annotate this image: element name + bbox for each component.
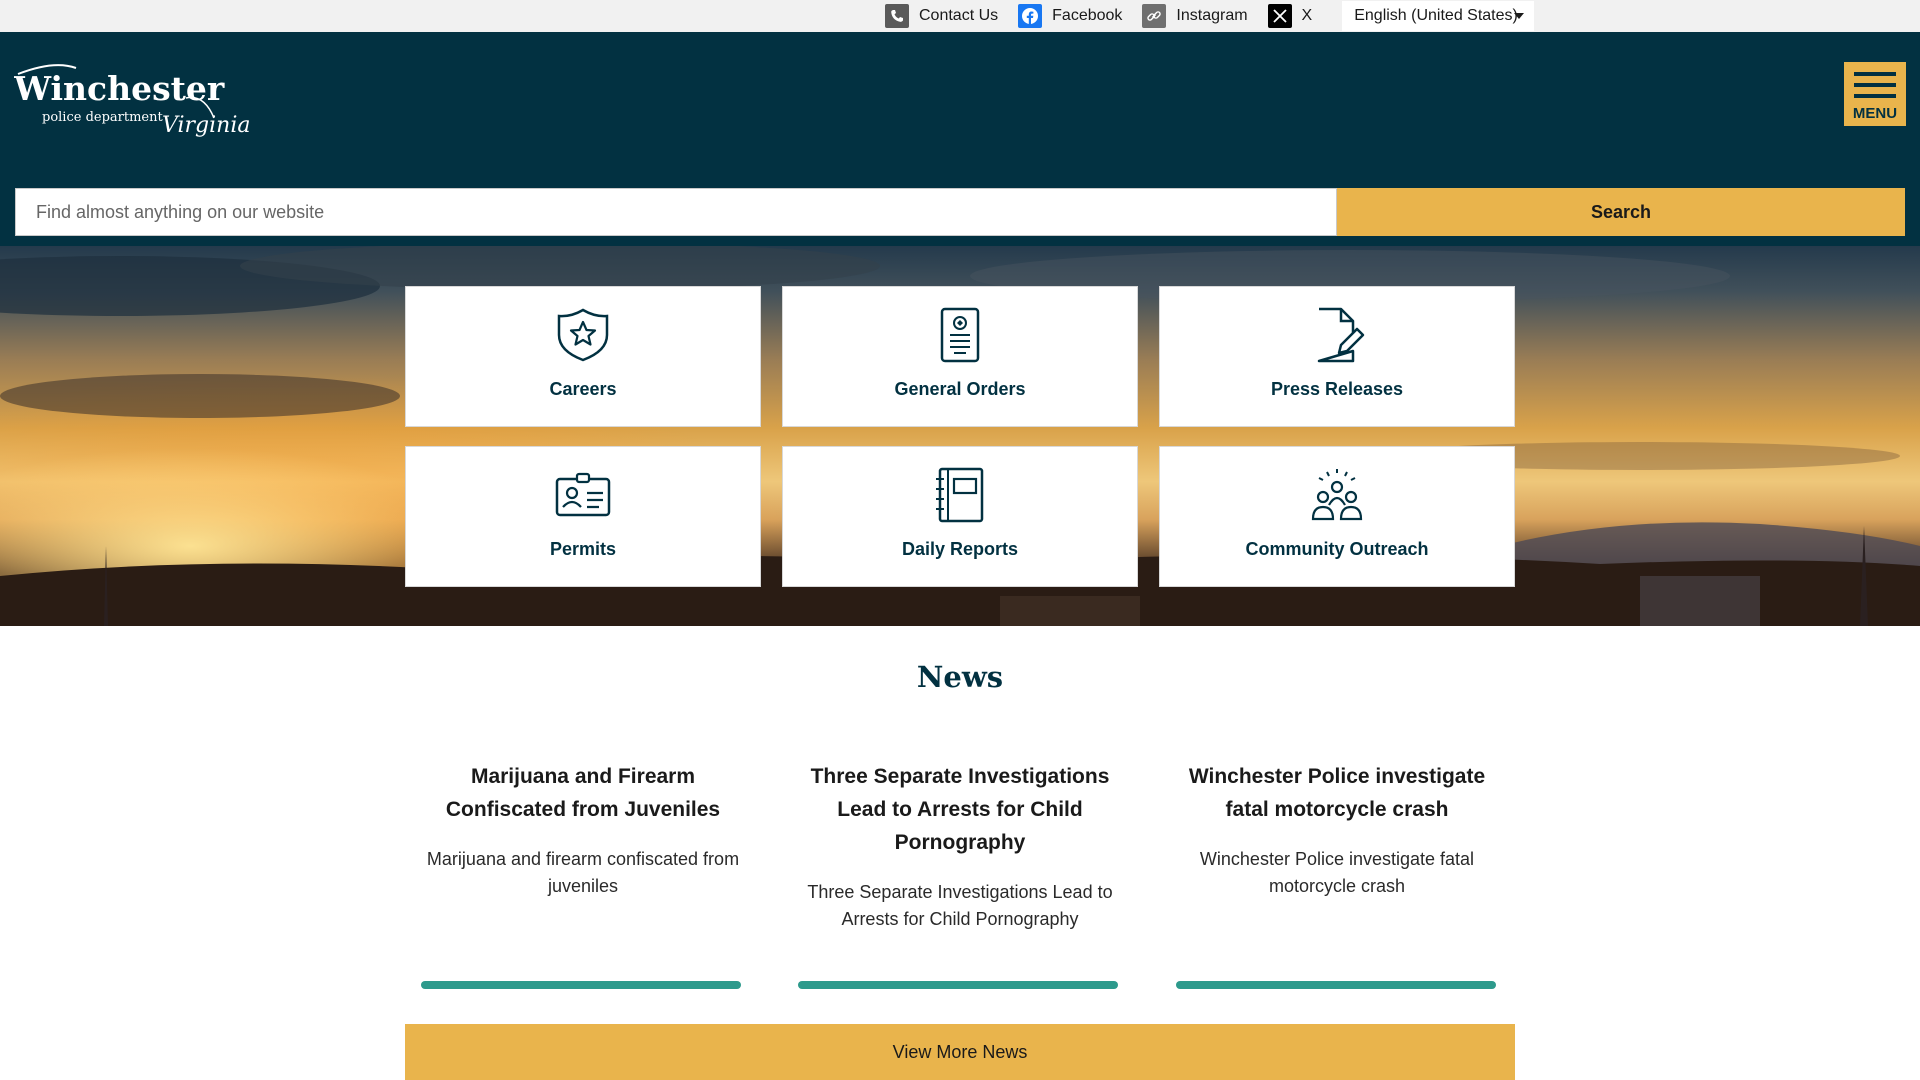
menu-label: MENU [1852,105,1898,122]
search-button[interactable]: Search [1337,188,1905,236]
id-card-icon [555,472,611,517]
language-value: English (United States) [1354,7,1518,24]
language-select[interactable]: English (United States) [1342,1,1535,31]
contact-us-link[interactable]: Contact Us [885,4,998,28]
news-item: Winchester Police investigate fatal moto… [1172,760,1502,900]
tile-press-releases[interactable]: Press Releases [1159,286,1515,427]
hero-banner: Careers General Orders Press Releases Pe… [0,246,1920,626]
facebook-icon [1018,4,1043,28]
news-summary: Marijuana and firearm confiscated from j… [426,849,740,896]
hamburger-icon-bar [1854,83,1896,87]
hamburger-icon [1854,72,1896,76]
news-divider [798,981,1118,989]
news-heading: News [916,660,1004,694]
tile-label: Press Releases [1270,379,1404,399]
view-more-news-button[interactable]: View More News [405,1024,1515,1080]
x-link[interactable]: X [1267,4,1313,28]
news-headline-link[interactable]: Winchester Police investigate fatal moto… [1172,760,1502,826]
logo-wordmark: Winchester [14,69,225,108]
instagram-label: Instagram [1176,7,1248,24]
tile-label: Daily Reports [901,539,1019,559]
search-input[interactable] [15,188,1337,236]
site-header: Winchester police department Virginia ME… [0,32,1920,246]
tile-general-orders[interactable]: General Orders [782,286,1138,427]
winchester-logo[interactable]: Winchester police department Virginia [14,58,254,138]
x-icon [1267,4,1292,28]
tile-label: General Orders [894,379,1026,399]
news-headline-link[interactable]: Three Separate Investigations Lead to Ar… [795,760,1125,859]
tile-daily-reports[interactable]: Daily Reports [782,446,1138,587]
instagram-link[interactable]: Instagram [1142,4,1248,28]
tile-permits[interactable]: Permits [405,446,761,587]
hamburger-icon-bar [1854,94,1896,98]
news-divider [1176,981,1496,989]
tile-label: Permits [549,539,617,559]
tile-community-outreach[interactable]: Community Outreach [1159,446,1515,587]
document-seal-icon [940,307,980,363]
menu-button[interactable]: MENU [1844,62,1906,126]
logo-subtitle: police department [42,110,163,125]
news-summary: Winchester Police investigate fatal moto… [1199,849,1475,896]
link-icon [1142,4,1167,28]
caret-down-icon [1514,13,1525,19]
x-label: X [1301,7,1313,24]
site-search: Search [15,188,1905,236]
news-item: Three Separate Investigations Lead to Ar… [795,760,1125,933]
news-headline-link[interactable]: Marijuana and Firearm Confiscated from J… [418,760,748,826]
community-group-icon [1311,469,1363,521]
news-summary: Three Separate Investigations Lead to Ar… [807,882,1113,929]
tile-careers[interactable]: Careers [405,286,761,427]
utility-links: Contact Us Facebook Instagram X English … [885,1,1535,31]
document-edit-icon [1317,307,1365,363]
news-item: Marijuana and Firearm Confiscated from J… [418,760,748,900]
notebook-icon [936,467,984,523]
contact-us-label: Contact Us [919,7,999,24]
facebook-link[interactable]: Facebook [1018,4,1122,28]
utility-bar: Contact Us Facebook Instagram X English … [0,0,1920,32]
badge-star-icon [557,308,609,362]
logo-script: Virginia [162,113,251,138]
tile-label: Careers [549,379,617,399]
facebook-label: Facebook [1052,7,1123,24]
tile-label: Community Outreach [1245,539,1429,559]
phone-icon [885,4,909,28]
news-divider [421,981,741,989]
